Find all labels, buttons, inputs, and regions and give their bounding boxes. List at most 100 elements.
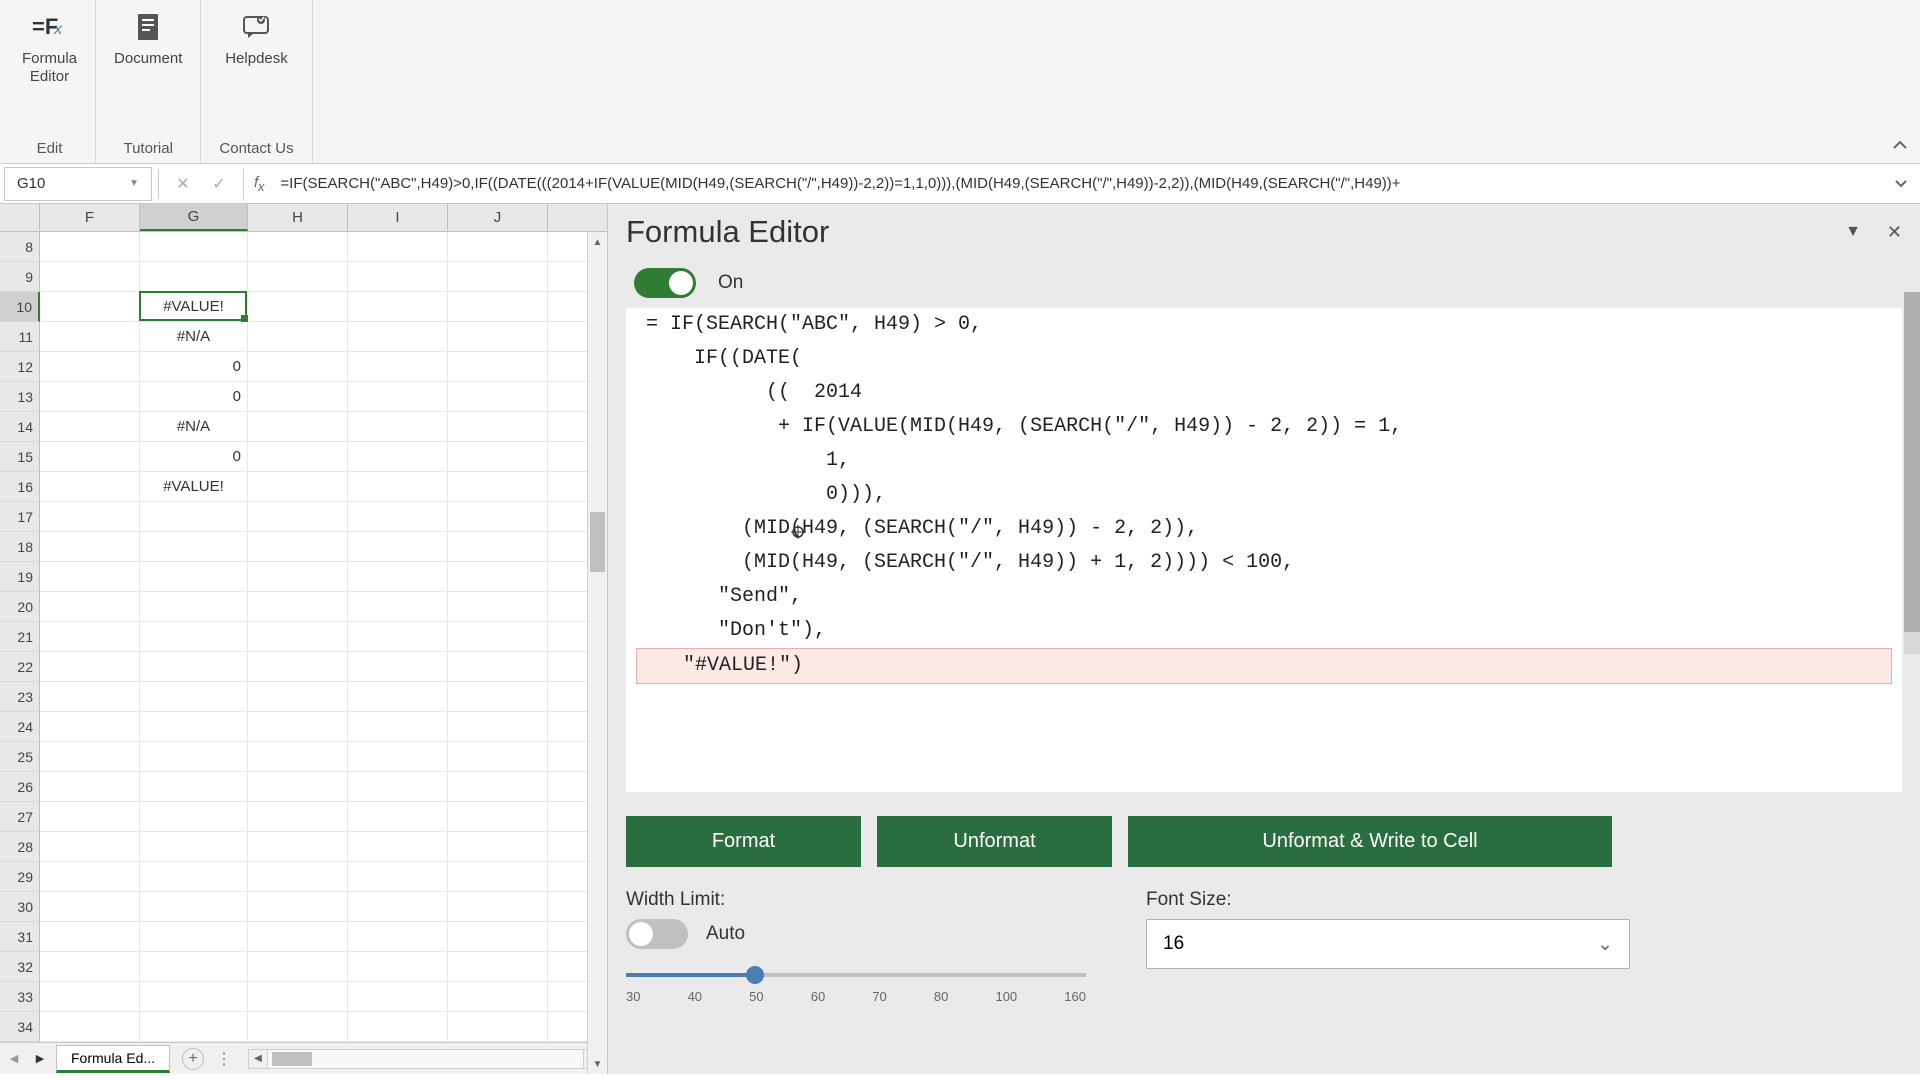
cell-F24[interactable] [40, 712, 140, 741]
cell-G12[interactable]: 0 [140, 352, 248, 381]
cell-J22[interactable] [448, 652, 548, 681]
cell-I25[interactable] [348, 742, 448, 771]
cell-G14[interactable]: #N/A [140, 412, 248, 441]
cell-G31[interactable] [140, 922, 248, 951]
cell-J28[interactable] [448, 832, 548, 861]
row-header-21[interactable]: 21 [0, 622, 40, 652]
cell-J27[interactable] [448, 802, 548, 831]
row-header-17[interactable]: 17 [0, 502, 40, 532]
editor-toggle[interactable] [634, 268, 696, 298]
width-slider[interactable]: 304050607080100160 [626, 963, 1086, 1004]
panel-close-icon[interactable]: ✕ [1887, 222, 1902, 243]
row-header-10[interactable]: 10 [0, 292, 40, 322]
cell-G15[interactable]: 0 [140, 442, 248, 471]
cell-G18[interactable] [140, 532, 248, 561]
cell-J34[interactable] [448, 1012, 548, 1041]
cell-J33[interactable] [448, 982, 548, 1011]
cell-I27[interactable] [348, 802, 448, 831]
cell-G22[interactable] [140, 652, 248, 681]
cell-H17[interactable] [248, 502, 348, 531]
cell-I23[interactable] [348, 682, 448, 711]
cell-J9[interactable] [448, 262, 548, 291]
helpdesk-button[interactable]: Helpdesk [225, 10, 288, 68]
cell-F9[interactable] [40, 262, 140, 291]
cell-J14[interactable] [448, 412, 548, 441]
formula-input[interactable]: =IF(SEARCH("ABC",H49)>0,IF((DATE(((2014+… [274, 175, 1882, 192]
formula-code-editor[interactable]: = IF(SEARCH("ABC", H49) > 0, IF((DATE( (… [626, 308, 1902, 792]
cell-J26[interactable] [448, 772, 548, 801]
cell-H34[interactable] [248, 1012, 348, 1041]
code-line[interactable]: (( 2014 [626, 376, 1902, 410]
name-box[interactable]: G10 ▼ [4, 167, 152, 201]
row-header-19[interactable]: 19 [0, 562, 40, 592]
enter-formula-icon[interactable]: ✓ [207, 172, 231, 196]
cell-G26[interactable] [140, 772, 248, 801]
cell-H24[interactable] [248, 712, 348, 741]
cell-F34[interactable] [40, 1012, 140, 1041]
code-line[interactable]: "#VALUE!") [636, 648, 1892, 684]
cell-I30[interactable] [348, 892, 448, 921]
code-line[interactable]: "Send", [626, 580, 1902, 614]
row-header-27[interactable]: 27 [0, 802, 40, 832]
cell-F11[interactable] [40, 322, 140, 351]
unformat-write-button[interactable]: Unformat & Write to Cell [1128, 816, 1612, 867]
cell-F28[interactable] [40, 832, 140, 861]
cell-I11[interactable] [348, 322, 448, 351]
cell-F22[interactable] [40, 652, 140, 681]
tab-nav-prev-icon[interactable]: ◀ [4, 1049, 24, 1069]
row-header-20[interactable]: 20 [0, 592, 40, 622]
tab-nav-next-icon[interactable]: ▶ [30, 1049, 50, 1069]
cell-F21[interactable] [40, 622, 140, 651]
cell-G9[interactable] [140, 262, 248, 291]
cell-I15[interactable] [348, 442, 448, 471]
code-line[interactable]: (MID(H49, (SEARCH("/", H49)) - 2, 2)), [626, 512, 1902, 546]
cell-I32[interactable] [348, 952, 448, 981]
cell-I26[interactable] [348, 772, 448, 801]
cell-H14[interactable] [248, 412, 348, 441]
cell-J29[interactable] [448, 862, 548, 891]
cell-I8[interactable] [348, 232, 448, 261]
cell-F13[interactable] [40, 382, 140, 411]
code-line[interactable]: 1, [626, 444, 1902, 478]
cell-G8[interactable] [140, 232, 248, 261]
column-header-H[interactable]: H [248, 204, 348, 231]
cell-J8[interactable] [448, 232, 548, 261]
cell-H13[interactable] [248, 382, 348, 411]
slider-thumb[interactable] [746, 966, 764, 984]
cell-I19[interactable] [348, 562, 448, 591]
column-header-F[interactable]: F [40, 204, 140, 231]
expand-formula-bar-icon[interactable] [1882, 179, 1920, 189]
collapse-ribbon-icon[interactable] [1892, 139, 1908, 157]
cell-H25[interactable] [248, 742, 348, 771]
column-header-G[interactable]: G [140, 204, 248, 231]
cell-I18[interactable] [348, 532, 448, 561]
row-header-22[interactable]: 22 [0, 652, 40, 682]
cell-G20[interactable] [140, 592, 248, 621]
row-header-34[interactable]: 34 [0, 1012, 40, 1042]
cell-I31[interactable] [348, 922, 448, 951]
cell-G32[interactable] [140, 952, 248, 981]
cell-J32[interactable] [448, 952, 548, 981]
cell-J19[interactable] [448, 562, 548, 591]
row-header-26[interactable]: 26 [0, 772, 40, 802]
cell-I34[interactable] [348, 1012, 448, 1041]
cancel-formula-icon[interactable]: ✕ [171, 172, 195, 196]
auto-width-toggle[interactable] [626, 919, 688, 949]
cell-J25[interactable] [448, 742, 548, 771]
cell-J30[interactable] [448, 892, 548, 921]
cell-F16[interactable] [40, 472, 140, 501]
cell-H33[interactable] [248, 982, 348, 1011]
row-header-11[interactable]: 11 [0, 322, 40, 352]
name-box-dropdown-icon[interactable]: ▼ [129, 178, 139, 189]
cell-I16[interactable] [348, 472, 448, 501]
fx-icon[interactable]: fx [254, 174, 264, 194]
cell-G11[interactable]: #N/A [140, 322, 248, 351]
row-header-30[interactable]: 30 [0, 892, 40, 922]
cell-F12[interactable] [40, 352, 140, 381]
cell-H27[interactable] [248, 802, 348, 831]
font-size-select[interactable]: 16 ⌄ [1146, 919, 1630, 969]
cell-J31[interactable] [448, 922, 548, 951]
hscroll-left-icon[interactable]: ◀ [248, 1049, 268, 1069]
cell-J20[interactable] [448, 592, 548, 621]
cell-F20[interactable] [40, 592, 140, 621]
